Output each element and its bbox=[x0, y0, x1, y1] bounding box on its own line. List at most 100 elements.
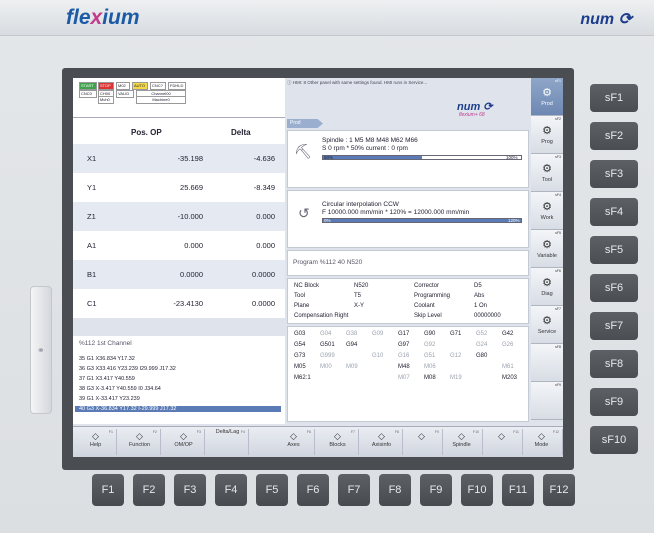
axis-name: Z1 bbox=[87, 212, 96, 221]
gcode-cell: G42 bbox=[502, 331, 514, 337]
gcode-cell: M06 bbox=[424, 364, 436, 370]
f-key-10[interactable]: F10 bbox=[461, 474, 493, 506]
gcode-cell: G71 bbox=[450, 331, 462, 337]
fdhld-status: FDHLD bbox=[168, 82, 186, 90]
vtab-prog[interactable]: sF2 ⚙ Prog bbox=[531, 116, 563, 154]
sf-key-8[interactable]: sF8 bbox=[590, 350, 638, 378]
gcode-cell: G09 bbox=[372, 331, 384, 337]
hotkey-help[interactable]: F1 ◇ Help bbox=[75, 429, 117, 455]
hotkey-spindle[interactable]: F10 ◇ Spindle bbox=[441, 429, 483, 455]
f-key-4[interactable]: F4 bbox=[215, 474, 247, 506]
hotkey-axisinfo[interactable]: F8 ◇ Axisinfo bbox=[361, 429, 403, 455]
sf-key-4[interactable]: sF4 bbox=[590, 198, 638, 226]
axis-delta: -8.349 bbox=[253, 183, 275, 192]
sf-key-6[interactable]: sF6 bbox=[590, 274, 638, 302]
gcode-cell: M19 bbox=[450, 375, 462, 381]
feed-bar bbox=[322, 218, 522, 223]
axis-row-z1: Z1 -10.000 0.000 bbox=[73, 202, 285, 231]
usb-slot[interactable]: ⚭ bbox=[30, 286, 52, 414]
vtab-label: Prog bbox=[541, 139, 553, 145]
hotkey-label: Axisinfo bbox=[371, 442, 392, 448]
vtab-number: sF1 bbox=[555, 79, 561, 83]
f-key-5[interactable]: F5 bbox=[256, 474, 288, 506]
hotkey-empty-9[interactable]: F11 ◇ bbox=[481, 429, 523, 455]
hotkey-number: F10 bbox=[472, 430, 479, 434]
gcode-cell: G16 bbox=[398, 353, 410, 359]
f-key-2[interactable]: F2 bbox=[133, 474, 165, 506]
vtab-variable[interactable]: sF5 ⚙ Variable bbox=[531, 230, 563, 268]
nc-cell: 1 On bbox=[474, 303, 488, 309]
vtab-number: sF4 bbox=[555, 193, 561, 197]
vtab-prod[interactable]: sF1 ⚙ Prod bbox=[531, 78, 563, 116]
program-line[interactable]: 38 G3 X-3.417 Y40.559 I0 J34.64 bbox=[79, 386, 161, 392]
program-line[interactable]: 39 G1 X-33.417 Y23.239 bbox=[79, 396, 140, 402]
vtab-tool[interactable]: sF3 ⚙ Tool bbox=[531, 154, 563, 192]
gcode-cell: M08 bbox=[424, 375, 436, 381]
vtab-label: Prod bbox=[541, 101, 553, 107]
axis-delta: -4.636 bbox=[253, 154, 275, 163]
f-key-1[interactable]: F1 bbox=[92, 474, 124, 506]
hotkey-label: Spindle bbox=[452, 442, 471, 448]
spindle-panel: ⛏ Spindle : 1 M5 M8 M48 M62 M66 S 0 rpm … bbox=[287, 130, 529, 188]
axis-row-y1: Y1 25.669 -8.349 bbox=[73, 173, 285, 202]
sf-key-9[interactable]: sF9 bbox=[590, 388, 638, 416]
hotkey-number: F12 bbox=[552, 430, 559, 434]
hotkey-label: Blocks bbox=[329, 442, 346, 448]
hotkey-axes[interactable]: F6 ◇ Axes bbox=[273, 429, 315, 455]
program-status: Program %112 40 N520 bbox=[287, 250, 529, 276]
gcode-cell: G94 bbox=[346, 342, 358, 348]
program-line[interactable]: 36 G3 X33.416 Y23.239 I29.999 J17.32 bbox=[79, 366, 176, 372]
vtab-number: sF7 bbox=[555, 307, 561, 311]
interp-line1: Circular interpolation CCW bbox=[322, 201, 399, 208]
hotkey-mode[interactable]: F12 ◇ Mode bbox=[521, 429, 563, 455]
f-key-8[interactable]: F8 bbox=[379, 474, 411, 506]
vtab-empty-8[interactable]: sF9 bbox=[531, 382, 563, 420]
flexium-logo: flexium bbox=[66, 6, 140, 29]
vtab-service[interactable]: sF7 ⚙ Service bbox=[531, 306, 563, 344]
f-key-7[interactable]: F7 bbox=[338, 474, 370, 506]
hotkey-blocks[interactable]: F7 ◇ Blocks bbox=[317, 429, 359, 455]
axis-name: Y1 bbox=[87, 183, 97, 192]
gcode-cell: M09 bbox=[346, 364, 358, 370]
gcode-cell: M07 bbox=[398, 375, 410, 381]
sf-key-10[interactable]: sF10 bbox=[590, 426, 638, 454]
axis-name: C1 bbox=[87, 299, 97, 308]
gcode-cell: G03 bbox=[294, 331, 306, 337]
vtab-diag[interactable]: sF6 ⚙ Diag bbox=[531, 268, 563, 306]
gcode-cell: G38 bbox=[346, 331, 358, 337]
f-key-9[interactable]: F9 bbox=[420, 474, 452, 506]
sf-key-7[interactable]: sF7 bbox=[590, 312, 638, 340]
hotkey-function[interactable]: F2 ◇ Function bbox=[119, 429, 161, 455]
program-line[interactable]: 35 G1 X36.834 Y17.32 bbox=[79, 356, 135, 362]
f-key-3[interactable]: F3 bbox=[174, 474, 206, 506]
hotkey-number: F2 bbox=[152, 430, 157, 434]
hotkey-number: F4 bbox=[240, 430, 245, 434]
sf-key-2[interactable]: sF2 bbox=[590, 122, 638, 150]
service-icon: ⚙ bbox=[542, 315, 552, 327]
vtab-work[interactable]: sF4 ⚙ Work bbox=[531, 192, 563, 230]
status-block: START STOP M02 AUTO CNC? FDHLD CNC0 CH00… bbox=[73, 78, 285, 118]
vertical-softkeys: sF1 ⚙ Prod sF2 ⚙ Prog sF3 ⚙ Tool sF4 ⚙ Work sF5 ⚙ Vari… bbox=[531, 78, 563, 426]
program-line[interactable]: 40 G3 X-36.834 Y17.32 I-29.999 J17.32 bbox=[75, 406, 281, 412]
pos-op-heading: Pos. OP bbox=[131, 128, 162, 137]
variable-icon: ⚙ bbox=[542, 239, 552, 251]
sf-key-3[interactable]: sF3 bbox=[590, 160, 638, 188]
num-logo: num ⟳ bbox=[580, 11, 632, 28]
vtab-empty-7[interactable]: sF8 bbox=[531, 344, 563, 382]
hotkey-deltalag[interactable]: F4 Delta/Lag bbox=[207, 429, 249, 455]
gcode-cell: G52 bbox=[476, 331, 488, 337]
f-key-6[interactable]: F6 bbox=[297, 474, 329, 506]
f-key-12[interactable]: F12 bbox=[543, 474, 575, 506]
auto-status: AUTO bbox=[132, 82, 148, 90]
hotkey-omop[interactable]: F3 ◇ OM/OP bbox=[163, 429, 205, 455]
nc-cell: Corrector bbox=[414, 283, 440, 289]
hotkey-empty-7[interactable]: F9 ◇ bbox=[401, 429, 443, 455]
f-key-11[interactable]: F11 bbox=[502, 474, 534, 506]
program-line[interactable]: 37 G1 X3.417 Y40.559 bbox=[79, 376, 135, 382]
sf-key-5[interactable]: sF5 bbox=[590, 236, 638, 264]
mch0-status: Mch0 bbox=[98, 96, 114, 104]
axis-delta: 0.000 bbox=[256, 241, 275, 250]
sf-key-1[interactable]: sF1 bbox=[590, 84, 638, 112]
program-listing: %112 1st Channel 35 G1 X36.834 Y17.32 36 … bbox=[73, 336, 285, 424]
gcode-cell: G501 bbox=[320, 342, 335, 348]
